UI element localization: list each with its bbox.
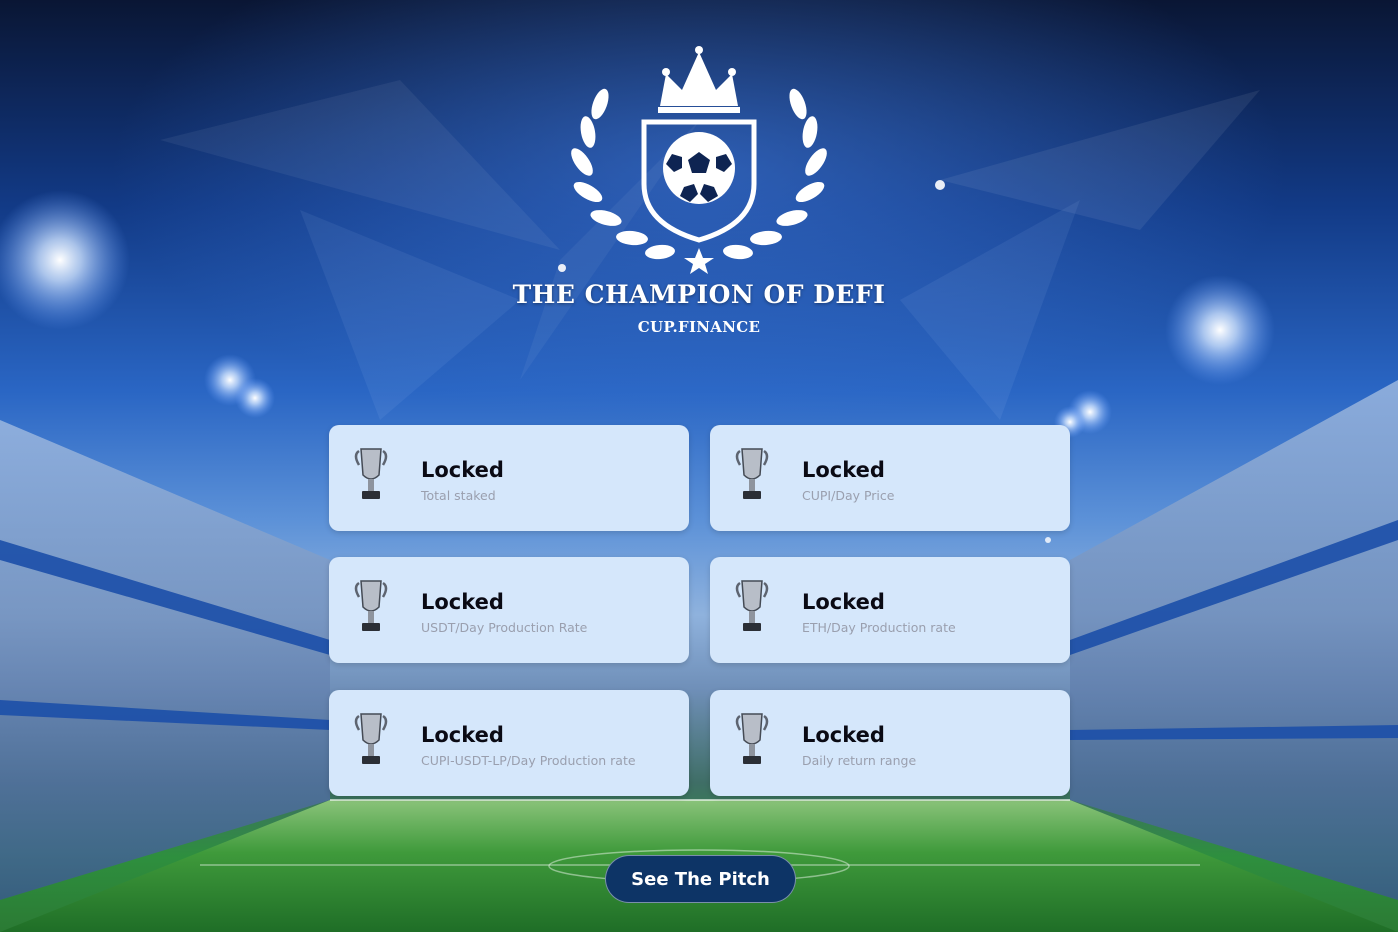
trophy-icon: [354, 580, 388, 631]
stat-card-eth-production-rate: Locked ETH/Day Production rate: [710, 557, 1070, 663]
stat-value: Locked: [802, 723, 885, 747]
stat-label: CUPI/Day Price: [802, 488, 895, 503]
stat-value: Locked: [421, 458, 504, 482]
stat-value: Locked: [802, 458, 885, 482]
stat-label: Total staked: [421, 488, 496, 503]
stat-value: Locked: [421, 723, 504, 747]
stat-label: CUPI-USDT-LP/Day Production rate: [421, 753, 636, 768]
trophy-icon: [354, 448, 388, 499]
crown-shield-soccer-ball-laurel-icon: [571, 46, 827, 274]
brand-subtitle: CUP.FINANCE: [637, 318, 761, 336]
stat-card-cupi-day-price: Locked CUPI/Day Price: [710, 425, 1070, 531]
stat-card-usdt-production-rate: Locked USDT/Day Production Rate: [329, 557, 689, 663]
stat-card-daily-return-range: Locked Daily return range: [710, 690, 1070, 796]
trophy-icon: [735, 713, 769, 764]
trophy-icon: [735, 580, 769, 631]
see-the-pitch-button[interactable]: See The Pitch: [605, 855, 796, 903]
trophy-icon: [354, 713, 388, 764]
stat-card-total-staked: Locked Total staked: [329, 425, 689, 531]
stat-card-lp-production-rate: Locked CUPI-USDT-LP/Day Production rate: [329, 690, 689, 796]
stat-value: Locked: [421, 590, 504, 614]
brand-title: THE CHAMPION OF DEFI: [512, 280, 886, 309]
stat-label: Daily return range: [802, 753, 917, 768]
stat-label: ETH/Day Production rate: [802, 620, 956, 635]
trophy-icon: [735, 448, 769, 499]
brand-logo: THE CHAMPION OF DEFI CUP.FINANCE: [500, 44, 898, 344]
stat-label: USDT/Day Production Rate: [421, 620, 588, 635]
stat-value: Locked: [802, 590, 885, 614]
